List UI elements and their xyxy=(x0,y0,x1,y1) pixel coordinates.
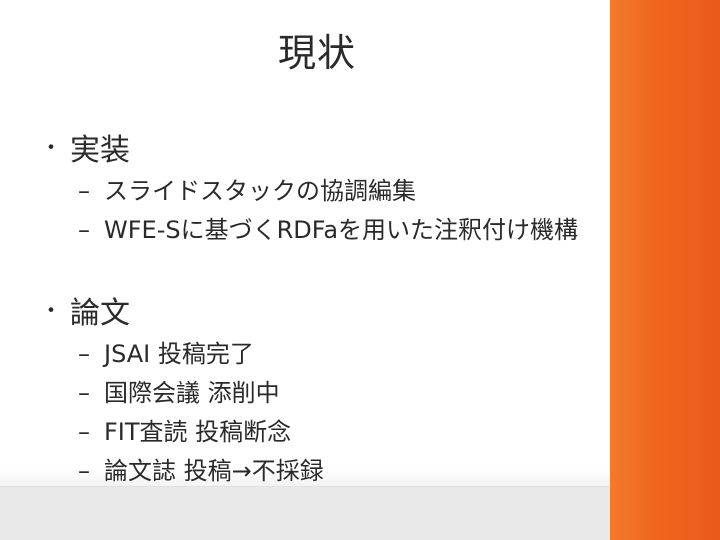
sub-item-text: WFE-Sに基づくRDFaを用いた注釈付け機構 xyxy=(104,216,579,244)
sub-item-text: FIT査読 投稿断念 xyxy=(104,418,292,446)
sub-item-text: JSAI 投稿完了 xyxy=(104,340,254,368)
sub-item-text: 国際会議 添削中 xyxy=(104,379,280,407)
slide-footer-band xyxy=(0,486,610,540)
bullet-papers: ・論文 xyxy=(40,296,130,332)
sub-item: – 論文誌 投稿→不採録 xyxy=(78,455,324,487)
sub-item: – スライドスタックの協調編集 xyxy=(78,175,416,207)
sub-item: – JSAI 投稿完了 xyxy=(78,338,254,370)
sub-item: – 国際会議 添削中 xyxy=(78,377,280,409)
bullet-heading: 論文 xyxy=(70,296,130,331)
dash: – xyxy=(78,177,90,205)
dash: – xyxy=(78,216,90,244)
slide: 現状 ・実装 – スライドスタックの協調編集 – WFE-Sに基づくRDFaを用いた… xyxy=(0,0,720,540)
orange-accent-bar xyxy=(610,0,720,540)
sub-item: – WFE-Sに基づくRDFaを用いた注釈付け機構 xyxy=(78,214,578,246)
sub-item: – FIT査読 投稿断念 xyxy=(78,416,291,448)
bullet-dot: ・ xyxy=(40,299,63,324)
bullet-heading: 実装 xyxy=(70,133,130,168)
sub-item-text: スライドスタックの協調編集 xyxy=(104,177,416,205)
dash: – xyxy=(78,340,90,368)
dash: – xyxy=(78,379,90,407)
bullet-implementation: ・実装 xyxy=(40,133,130,169)
dash: – xyxy=(78,457,90,485)
dash: – xyxy=(78,418,90,446)
slide-title: 現状 xyxy=(277,31,356,75)
bullet-dot: ・ xyxy=(40,136,63,161)
sub-item-text: 論文誌 投稿→不採録 xyxy=(104,457,324,485)
